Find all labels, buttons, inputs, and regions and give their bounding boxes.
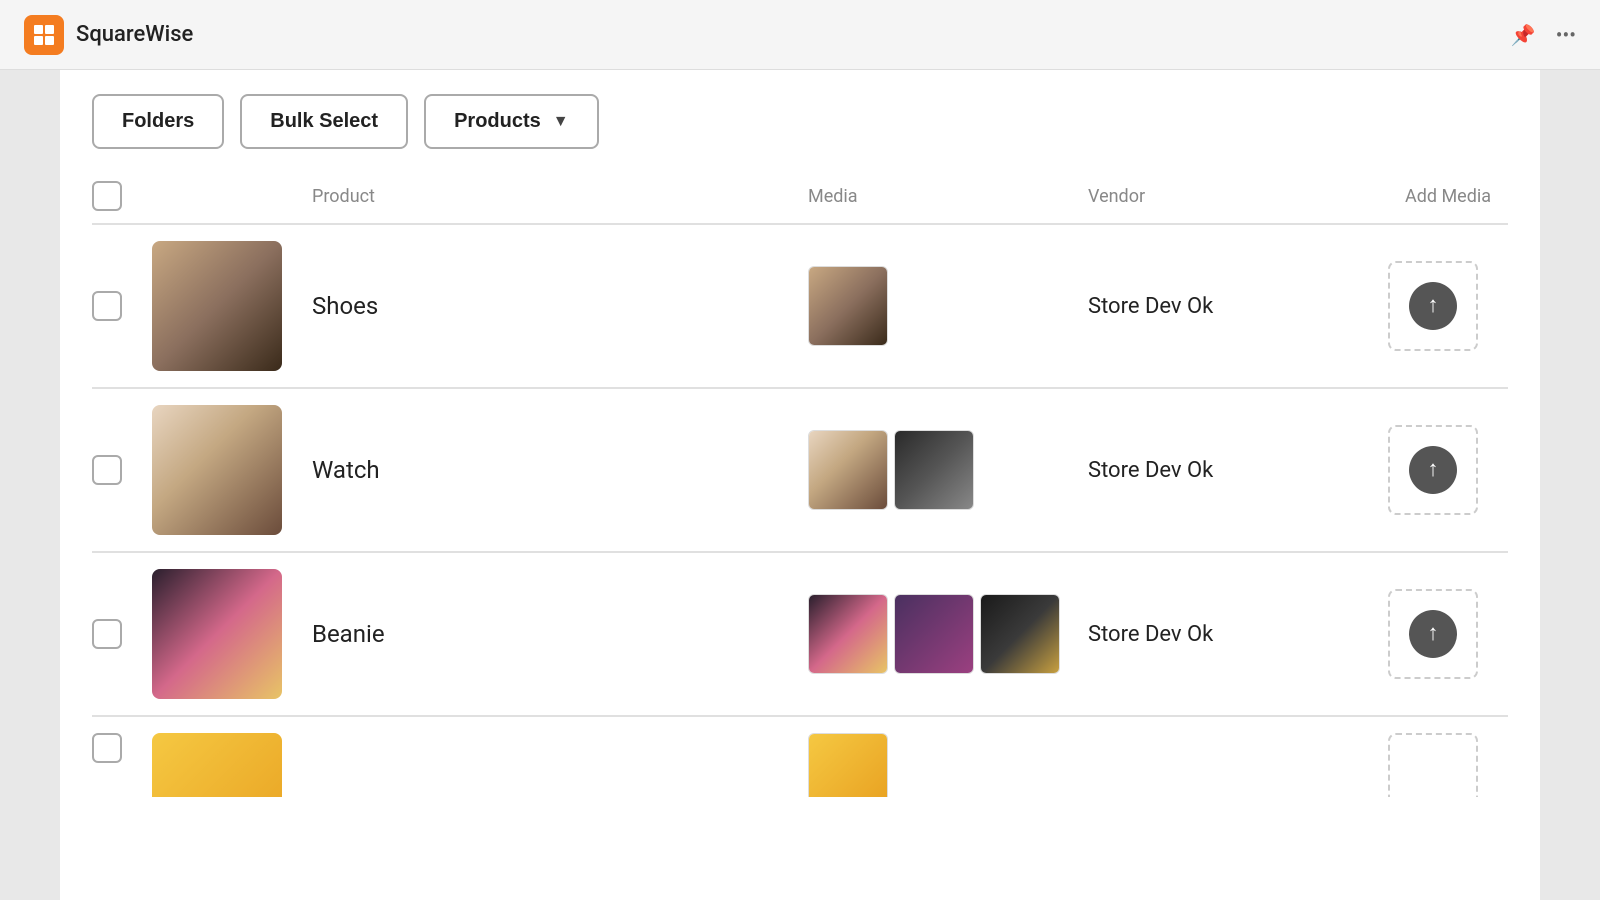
folders-button[interactable]: Folders — [92, 94, 224, 149]
vendor-shoes: Store Dev Ok — [1088, 294, 1388, 319]
media-thumb-beanie-2[interactable] — [894, 594, 974, 674]
media-thumb-shoes-1[interactable] — [808, 266, 888, 346]
media-thumb-watch-1[interactable] — [808, 430, 888, 510]
product-name-beanie: Beanie — [312, 620, 808, 648]
table-row: Shoes Store Dev Ok ↑ — [92, 225, 1508, 389]
products-dropdown-label: Products — [454, 110, 541, 133]
header-add-media-col: Add Media — [1388, 186, 1508, 207]
app-icon — [24, 15, 64, 55]
product-thumbnail-partial — [152, 733, 282, 797]
upload-icon-watch: ↑ — [1409, 446, 1457, 494]
table-row-partial — [92, 717, 1508, 797]
chevron-down-icon: ▼ — [553, 113, 569, 131]
vendor-watch: Store Dev Ok — [1088, 458, 1388, 483]
add-media-col-beanie: ↑ — [1388, 589, 1508, 679]
titlebar-right: 📌 ••• — [1511, 23, 1576, 47]
media-col-shoes — [808, 266, 1088, 346]
add-media-col-shoes: ↑ — [1388, 261, 1508, 351]
add-media-button-beanie[interactable]: ↑ — [1388, 589, 1478, 679]
select-all-checkbox[interactable] — [92, 181, 122, 211]
table-row: Watch Store Dev Ok ↑ — [92, 389, 1508, 553]
header-media-col: Media — [808, 186, 1088, 207]
add-media-button-watch[interactable]: ↑ — [1388, 425, 1478, 515]
media-thumbs-beanie — [808, 594, 1088, 674]
header-vendor-col: Vendor — [1088, 186, 1388, 207]
add-media-col-partial — [1388, 733, 1508, 797]
product-thumbnail-beanie — [152, 569, 282, 699]
product-thumb-shoes — [152, 241, 312, 371]
row-check-shoes — [92, 291, 152, 321]
media-thumbs-partial — [808, 733, 1088, 797]
media-thumbs-watch — [808, 430, 1088, 510]
row-check-partial — [92, 733, 152, 763]
titlebar: SquareWise 📌 ••• — [0, 0, 1600, 70]
main-content: Folders Bulk Select Products ▼ Product M… — [60, 70, 1540, 900]
media-col-beanie — [808, 594, 1088, 674]
row-checkbox-partial[interactable] — [92, 733, 122, 763]
media-col-watch — [808, 430, 1088, 510]
row-check-beanie — [92, 619, 152, 649]
upload-arrow-icon: ↑ — [1428, 295, 1439, 317]
header-check-col — [92, 181, 152, 211]
upload-arrow-icon-watch: ↑ — [1428, 459, 1439, 481]
product-thumb-watch — [152, 405, 312, 535]
row-checkbox-watch[interactable] — [92, 455, 122, 485]
vendor-beanie: Store Dev Ok — [1088, 622, 1388, 647]
app-title: SquareWise — [76, 22, 193, 47]
more-options-icon[interactable]: ••• — [1556, 23, 1576, 47]
add-media-button-partial[interactable] — [1388, 733, 1478, 797]
product-thumb-beanie — [152, 569, 312, 699]
row-check-watch — [92, 455, 152, 485]
pin-icon[interactable]: 📌 — [1511, 23, 1536, 47]
row-checkbox-beanie[interactable] — [92, 619, 122, 649]
upload-icon-beanie: ↑ — [1409, 610, 1457, 658]
product-thumbnail-watch — [152, 405, 282, 535]
products-dropdown-button[interactable]: Products ▼ — [424, 94, 599, 149]
table-header: Product Media Vendor Add Media — [92, 173, 1508, 225]
table-row: Beanie Store Dev Ok ↑ — [92, 553, 1508, 717]
product-name-shoes: Shoes — [312, 292, 808, 320]
product-thumbnail-shoes — [152, 241, 282, 371]
add-media-col-watch: ↑ — [1388, 425, 1508, 515]
bulk-select-button[interactable]: Bulk Select — [240, 94, 408, 149]
add-media-button-shoes[interactable]: ↑ — [1388, 261, 1478, 351]
row-checkbox-shoes[interactable] — [92, 291, 122, 321]
media-col-partial — [808, 733, 1088, 797]
app-logo-icon — [32, 23, 56, 47]
media-thumbs-shoes — [808, 266, 1088, 346]
titlebar-left: SquareWise — [24, 15, 193, 55]
header-product-col: Product — [312, 186, 808, 207]
product-thumb-partial — [152, 733, 312, 797]
upload-arrow-icon-beanie: ↑ — [1428, 623, 1439, 645]
media-thumb-watch-2[interactable] — [894, 430, 974, 510]
toolbar: Folders Bulk Select Products ▼ — [92, 94, 1508, 149]
media-thumb-beanie-3[interactable] — [980, 594, 1060, 674]
media-thumb-partial-1[interactable] — [808, 733, 888, 797]
media-thumb-beanie-1[interactable] — [808, 594, 888, 674]
product-name-watch: Watch — [312, 456, 808, 484]
upload-icon-shoes: ↑ — [1409, 282, 1457, 330]
